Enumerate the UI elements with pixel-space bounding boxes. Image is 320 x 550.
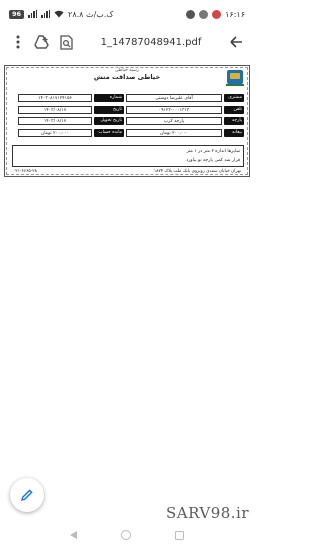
nav-recents-icon[interactable] bbox=[175, 530, 184, 540]
note-line: سایزها اندازه ۲ متر در ۱ متر bbox=[186, 149, 240, 154]
receipt-row: تلفن ۰۹۱۲۳-۰۰۰۱۳۱۳ تاریخ ۱۴۰۳/۰۸/۱۷ bbox=[12, 105, 244, 114]
receipt-row: پارچه پارچه کرپ تاریخ تحویل ۱۴۰۳/۰۸/۱۷ bbox=[12, 117, 244, 125]
record-icon bbox=[212, 9, 222, 19]
receipt-title: خیاطی صداقت منش bbox=[93, 73, 161, 81]
field-value: ۰۹۱۲۳-۰۰۰۱۳۱۳ bbox=[126, 105, 222, 114]
receipt-fields: مشتری آقای علیرضا دوستی شماره ۱۴۰۳۰۸۱۷۱۲… bbox=[12, 94, 244, 140]
more-options-icon[interactable] bbox=[6, 30, 30, 54]
field-value: پارچه کرپ bbox=[126, 117, 222, 125]
signal-icon bbox=[28, 10, 38, 18]
field-label: پارچه bbox=[224, 117, 244, 125]
field-label: تاریخ bbox=[94, 105, 124, 114]
search-in-file-icon[interactable] bbox=[54, 30, 78, 54]
field-value: آقای علیرضا دوستی bbox=[126, 94, 222, 102]
edit-fab-button[interactable] bbox=[10, 478, 44, 512]
status-right: ۱۶:۱۶ bbox=[186, 9, 245, 19]
receipt-address: تهران خیابان سعدی روبروی بانک ملت پلاک ۱… bbox=[153, 169, 241, 174]
field-value: ۲۰۰،۰۰۰ تومان bbox=[18, 128, 92, 137]
note-line: قرار شد کمی پارچه نو بیاورد bbox=[186, 158, 240, 163]
battery-indicator: 96 bbox=[9, 9, 25, 19]
field-label: تلفن bbox=[224, 105, 244, 114]
field-value: ۲۰۰،۰۰۰ تومان bbox=[126, 128, 222, 137]
back-arrow-icon[interactable] bbox=[224, 30, 248, 54]
receipt-phone: ۰۲۱-۶۶۶۵-۲۸ bbox=[13, 169, 37, 174]
field-label: تاریخ تحویل bbox=[94, 117, 124, 125]
receipt-header: رسید خیاطی خیاطی صداقت منش bbox=[5, 68, 249, 81]
receipt-document: رسید خیاطی خیاطی صداقت منش مشتری آقای عل… bbox=[4, 65, 250, 177]
status-left: 96 ۲۸.۸ ک.ب/ث bbox=[9, 9, 114, 19]
receipt-row: بیعانه ۲۰۰،۰۰۰ تومان مانده حساب ۲۰۰،۰۰۰ … bbox=[12, 128, 244, 137]
receipt-footer: تهران خیابان سعدی روبروی بانک ملت پلاک ۱… bbox=[13, 169, 241, 174]
nav-back-icon[interactable] bbox=[70, 531, 77, 539]
field-label: مشتری bbox=[224, 94, 244, 102]
field-value: ۱۴۰۳/۰۸/۱۷ bbox=[18, 105, 92, 114]
receipt-row: مشتری آقای علیرضا دوستی شماره ۱۴۰۳۰۸۱۷۱۲… bbox=[12, 94, 244, 102]
notification-app-icon bbox=[186, 9, 196, 19]
app-toolbar: 1_14787048941.pdf bbox=[0, 28, 254, 56]
file-title: 1_14787048941.pdf bbox=[100, 36, 202, 48]
nav-home-icon[interactable] bbox=[121, 530, 131, 540]
field-label: مانده حساب bbox=[94, 128, 124, 137]
notification-app-icon bbox=[199, 9, 209, 19]
receipt-notes: سایزها اندازه ۲ متر در ۱ متر قرار شد کمی… bbox=[12, 145, 244, 167]
signal-icon-2 bbox=[41, 10, 51, 18]
drive-add-icon[interactable] bbox=[30, 30, 54, 54]
field-label: شماره bbox=[94, 94, 124, 102]
tailor-logo-icon bbox=[227, 70, 243, 84]
pdf-page-area[interactable]: رسید خیاطی خیاطی صداقت منش مشتری آقای عل… bbox=[0, 58, 254, 518]
pencil-icon bbox=[21, 489, 33, 501]
logo-underline bbox=[226, 84, 244, 86]
field-value: ۱۴۰۳۰۸۱۷۱۲۴۱۵۶ bbox=[18, 94, 92, 102]
field-value: ۱۴۰۳/۰۸/۱۷ bbox=[18, 117, 92, 125]
clock: ۱۶:۱۶ bbox=[225, 9, 245, 19]
field-label: بیعانه bbox=[224, 128, 244, 137]
status-bar: 96 ۲۸.۸ ک.ب/ث ۱۶:۱۶ bbox=[0, 0, 254, 28]
system-nav-bar bbox=[0, 520, 254, 550]
network-speed: ۲۸.۸ ک.ب/ث bbox=[68, 9, 114, 19]
wifi-icon bbox=[54, 10, 64, 18]
